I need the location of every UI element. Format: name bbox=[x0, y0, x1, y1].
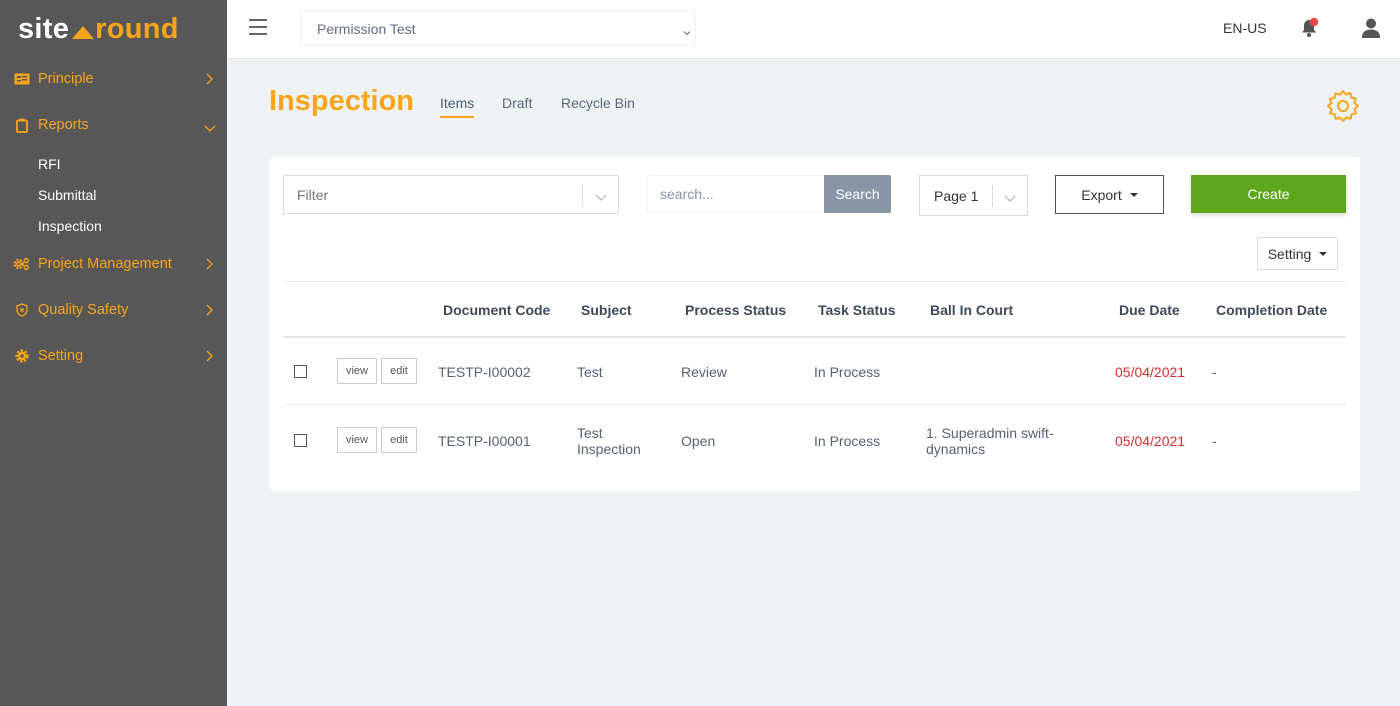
logo-text-round: round bbox=[95, 12, 179, 45]
chevron-down-icon bbox=[595, 189, 607, 207]
project-select-value: Permission Test bbox=[317, 21, 416, 37]
project-select[interactable]: Permission Test bbox=[300, 11, 696, 45]
cell-process-status: Open bbox=[681, 433, 716, 449]
chevron-down-icon bbox=[1004, 190, 1016, 208]
table-row: view edit TESTP-I00001 Test Inspection O… bbox=[283, 405, 1346, 491]
chevron-down-icon bbox=[204, 123, 216, 135]
column-setting-button[interactable]: Setting bbox=[1257, 237, 1338, 270]
sidebar-item-label: Reports bbox=[38, 117, 89, 133]
cell-ball-in-court: 1. Superadmin swift-dynamics bbox=[926, 425, 1054, 457]
filter-placeholder: Filter bbox=[297, 187, 329, 203]
column-header-process-status[interactable]: Process Status bbox=[685, 302, 786, 318]
caret-down-icon bbox=[1319, 251, 1328, 256]
column-header-ball-in-court[interactable]: Ball In Court bbox=[930, 302, 1013, 318]
search-button[interactable]: Search bbox=[824, 175, 891, 213]
filter-select[interactable]: Filter bbox=[283, 175, 619, 214]
id-card-icon bbox=[13, 71, 30, 88]
page-settings-gear-icon[interactable] bbox=[1325, 88, 1361, 124]
edit-button[interactable]: edit bbox=[381, 427, 417, 453]
sidebar-subitem-inspection[interactable]: Inspection bbox=[38, 218, 102, 234]
view-button[interactable]: view bbox=[337, 358, 377, 384]
cell-completion-date: - bbox=[1212, 433, 1217, 449]
cell-subject: Test Inspection bbox=[577, 425, 641, 457]
cell-document-code: TESTP-I00002 bbox=[438, 364, 531, 380]
export-button[interactable]: Export bbox=[1055, 175, 1164, 214]
tab-items[interactable]: Items bbox=[440, 95, 475, 118]
shield-icon bbox=[13, 302, 30, 319]
sidebar-item-quality-safety[interactable]: Quality Safety bbox=[0, 295, 227, 325]
cell-task-status: In Process bbox=[814, 433, 881, 449]
logo-triangle-icon bbox=[72, 25, 95, 39]
cell-subject: Test bbox=[577, 364, 603, 380]
cell-process-status: Review bbox=[681, 364, 727, 380]
chevron-right-icon bbox=[204, 73, 216, 85]
cell-due-date: 05/04/2021 bbox=[1115, 433, 1186, 449]
sidebar-item-label: Setting bbox=[38, 348, 84, 364]
chevron-right-icon bbox=[204, 350, 216, 362]
chevron-down-icon bbox=[683, 23, 691, 41]
user-avatar-icon[interactable] bbox=[1360, 17, 1382, 39]
sidebar-subitem-rfi[interactable]: RFI bbox=[38, 156, 61, 172]
page-select-value: Page 1 bbox=[934, 188, 979, 204]
row-checkbox[interactable] bbox=[294, 434, 307, 447]
divider bbox=[992, 185, 993, 207]
row-checkbox[interactable] bbox=[294, 365, 307, 378]
inspection-table: Document Code Subject Process Status Tas… bbox=[283, 281, 1346, 491]
table-row: view edit TESTP-I00002 Test Review In Pr… bbox=[283, 338, 1346, 405]
inspection-list-card: Filter Search Page 1 Export Create Setti… bbox=[269, 157, 1360, 491]
caret-down-icon bbox=[1129, 192, 1138, 197]
gear-icon bbox=[13, 348, 30, 365]
language-selector[interactable]: EN-US bbox=[1223, 20, 1267, 36]
tab-recycle-bin[interactable]: Recycle Bin bbox=[561, 95, 635, 111]
sidebar: site round Principle Reports RFI Submitta… bbox=[0, 0, 227, 706]
view-button[interactable]: view bbox=[337, 427, 377, 453]
column-header-task-status[interactable]: Task Status bbox=[818, 302, 896, 318]
logo[interactable]: site round bbox=[18, 12, 179, 46]
column-header-completion-date[interactable]: Completion Date bbox=[1216, 302, 1327, 318]
divider bbox=[582, 184, 583, 206]
sidebar-subitem-submittal[interactable]: Submittal bbox=[38, 187, 96, 203]
column-header-due-date[interactable]: Due Date bbox=[1119, 302, 1180, 318]
cell-due-date: 05/04/2021 bbox=[1115, 364, 1186, 380]
cogs-icon bbox=[13, 256, 30, 273]
hamburger-menu-icon[interactable] bbox=[249, 19, 267, 35]
column-header-document-code[interactable]: Document Code bbox=[443, 302, 550, 318]
edit-button[interactable]: edit bbox=[381, 358, 417, 384]
cell-document-code: TESTP-I00001 bbox=[438, 433, 531, 449]
page-select[interactable]: Page 1 bbox=[919, 175, 1028, 216]
export-label: Export bbox=[1081, 186, 1122, 203]
column-header-subject[interactable]: Subject bbox=[581, 302, 632, 318]
tab-draft[interactable]: Draft bbox=[502, 95, 532, 111]
clipboard-icon bbox=[13, 117, 30, 134]
topbar: Permission Test EN-US bbox=[227, 0, 1400, 59]
sidebar-item-setting[interactable]: Setting bbox=[0, 341, 227, 371]
cell-task-status: In Process bbox=[814, 364, 881, 380]
setting-label: Setting bbox=[1267, 245, 1312, 262]
chevron-right-icon bbox=[204, 304, 216, 316]
table-header: Document Code Subject Process Status Tas… bbox=[283, 281, 1346, 338]
sidebar-item-project-management[interactable]: Project Management bbox=[0, 249, 227, 279]
sidebar-item-reports[interactable]: Reports bbox=[0, 110, 227, 140]
cell-completion-date: - bbox=[1212, 364, 1217, 380]
page-title: Inspection bbox=[269, 85, 415, 117]
sidebar-item-principle[interactable]: Principle bbox=[0, 64, 227, 94]
create-button[interactable]: Create bbox=[1191, 175, 1346, 213]
sidebar-item-label: Project Management bbox=[38, 256, 172, 272]
logo-text-site: site bbox=[18, 12, 70, 45]
sidebar-item-label: Quality Safety bbox=[38, 302, 129, 318]
chevron-right-icon bbox=[204, 258, 216, 270]
notification-bell-icon[interactable] bbox=[1300, 17, 1320, 39]
sidebar-item-label: Principle bbox=[38, 71, 94, 87]
notification-badge bbox=[1309, 17, 1319, 27]
search-input[interactable] bbox=[647, 175, 824, 213]
